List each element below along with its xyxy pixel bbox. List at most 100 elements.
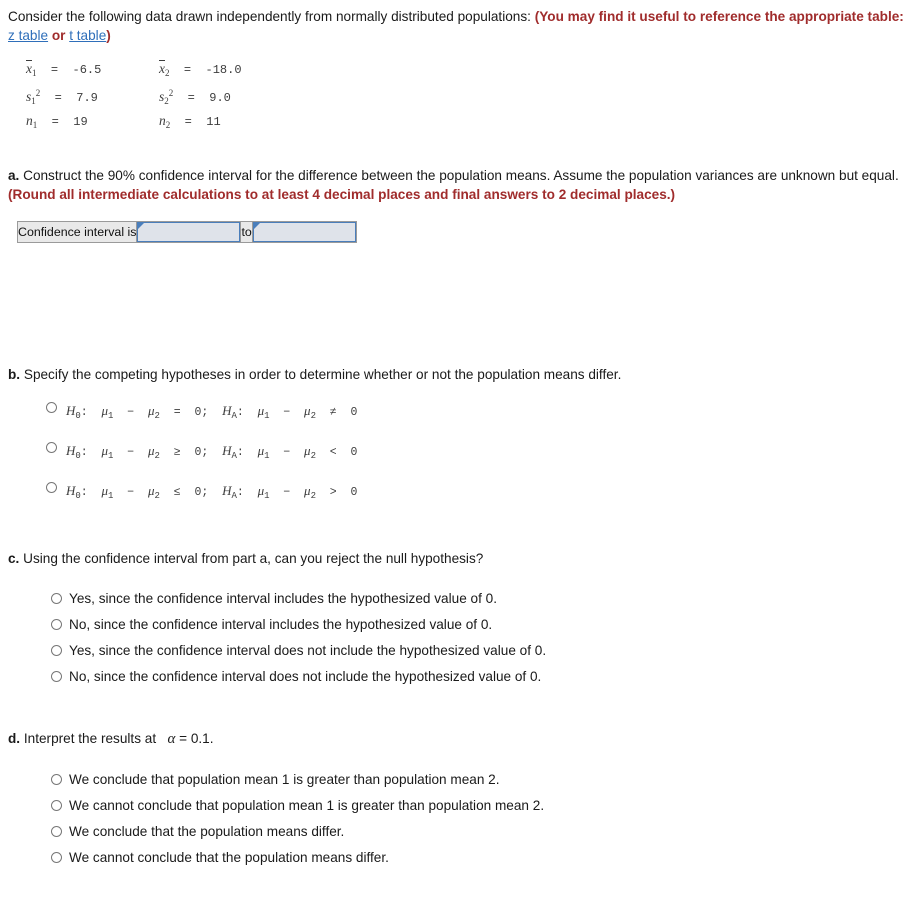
part-b-option-1[interactable]: H0: μ1 − μ2 = 0; HA: μ1 − μ2 ≠ 0	[46, 400, 906, 423]
given-data-block: x1 = -6.5 x2 = -18.0 s12 = 7.9 s22 = 9.0…	[26, 59, 906, 136]
part-c-question: c. Using the confidence interval from pa…	[8, 549, 906, 568]
n2-cell: n2 = 11	[159, 111, 292, 136]
part-b-option-3-text: H0: μ1 − μ2 ≤ 0; HA: μ1 − μ2 > 0	[66, 482, 358, 501]
confidence-interval-label: Confidence interval is	[18, 221, 138, 242]
given-data-row-variances: s12 = 7.9 s22 = 9.0	[26, 84, 906, 112]
intro-text: Consider the following data drawn indepe…	[8, 9, 531, 24]
h0-value-3: 0	[194, 485, 202, 499]
part-a-question: a. Construct the 90% confidence interval…	[8, 166, 906, 204]
n1-value: = 19	[51, 115, 88, 129]
confidence-interval-separator: to	[240, 221, 253, 242]
part-c-option-1-text: Yes, since the confidence interval inclu…	[69, 590, 497, 606]
part-c-label: c.	[8, 550, 20, 566]
s2-squared-cell: s22 = 9.0	[159, 84, 292, 112]
x1-bar-symbol: x1	[26, 60, 37, 78]
part-d-option-4[interactable]: We cannot conclude that the population m…	[51, 849, 906, 866]
x1-bar-value: = -6.5	[50, 63, 102, 77]
part-a-label: a.	[8, 167, 20, 183]
part-b-option-2-text: H0: μ1 − μ2 ≥ 0; HA: μ1 − μ2 < 0	[66, 442, 358, 461]
s2-squared-symbol: s22	[159, 87, 174, 106]
h0-relation-1: =	[173, 405, 181, 419]
part-b-option-2[interactable]: H0: μ1 − μ2 ≥ 0; HA: μ1 − μ2 < 0	[46, 440, 906, 463]
confidence-interval-lower-input[interactable]	[137, 221, 241, 242]
part-b-label: b.	[8, 366, 21, 382]
n1-cell: n1 = 19	[26, 111, 159, 136]
s1-squared-symbol: s12	[26, 87, 41, 106]
part-d-text: Interpret the results at	[23, 730, 157, 746]
intro-or: or	[51, 28, 66, 43]
part-d-option-1[interactable]: We conclude that population mean 1 is gr…	[51, 771, 906, 788]
part-d-alpha-value: = 0.1.	[179, 730, 214, 746]
part-c-options: Yes, since the confidence interval inclu…	[51, 590, 906, 685]
part-d-option-3[interactable]: We conclude that the population means di…	[51, 823, 906, 840]
x2-bar-symbol: x2	[159, 60, 170, 78]
part-b-text: Specify the competing hypotheses in orde…	[23, 366, 622, 382]
radio-button-icon[interactable]	[51, 799, 62, 811]
confidence-interval-upper-input[interactable]	[252, 221, 356, 242]
part-d-option-3-text: We conclude that the population means di…	[69, 823, 345, 839]
part-b-option-3[interactable]: H0: μ1 − μ2 ≤ 0; HA: μ1 − μ2 > 0	[46, 480, 906, 503]
alpha-symbol: α	[167, 730, 176, 747]
question-page: Consider the following data drawn indepe…	[0, 0, 916, 866]
part-c-text: Using the confidence interval from part …	[23, 550, 484, 566]
part-c-option-4[interactable]: No, since the confidence interval does n…	[51, 668, 906, 685]
h0-value-1: 0	[194, 405, 202, 419]
ha-relation-2: <	[329, 445, 337, 459]
t-table-link[interactable]: t table	[69, 28, 106, 43]
part-c-option-2[interactable]: No, since the confidence interval includ…	[51, 616, 906, 633]
part-d-options: We conclude that population mean 1 is gr…	[51, 771, 906, 866]
part-d-option-2[interactable]: We cannot conclude that population mean …	[51, 797, 906, 814]
radio-button-icon[interactable]	[46, 441, 57, 453]
part-c-option-4-text: No, since the confidence interval does n…	[69, 668, 542, 684]
given-data-row-sizes: n1 = 19 n2 = 11	[26, 111, 906, 136]
part-a-rounding-note: (Round all intermediate calculations to …	[8, 186, 676, 202]
s2-squared-value: = 9.0	[187, 90, 231, 105]
part-d-option-1-text: We conclude that population mean 1 is gr…	[69, 771, 500, 787]
confidence-interval-answer-table: Confidence interval is to	[17, 220, 357, 243]
s1-squared-value: = 7.9	[54, 90, 98, 105]
part-c-option-2-text: No, since the confidence interval includ…	[69, 616, 493, 632]
radio-button-icon[interactable]	[51, 644, 62, 656]
part-d-option-2-text: We cannot conclude that population mean …	[69, 797, 545, 813]
upper-bound-cell	[252, 221, 356, 242]
x2-bar-value: = -18.0	[183, 63, 242, 77]
h0-value-2: 0	[194, 445, 202, 459]
n2-value: = 11	[184, 115, 221, 129]
ha-value-1: 0	[350, 405, 358, 419]
part-c-option-3[interactable]: Yes, since the confidence interval does …	[51, 642, 906, 659]
intro-paragraph: Consider the following data drawn indepe…	[8, 7, 906, 45]
part-c-option-3-text: Yes, since the confidence interval does …	[69, 642, 547, 658]
given-data-row-means: x1 = -6.5 x2 = -18.0	[26, 59, 906, 84]
radio-button-icon[interactable]	[51, 618, 62, 630]
h0-relation-2: ≥	[173, 445, 181, 459]
part-b-options: H0: μ1 − μ2 = 0; HA: μ1 − μ2 ≠ 0 H0: μ1 …	[46, 400, 906, 503]
radio-button-icon[interactable]	[51, 851, 62, 863]
part-d-label: d.	[8, 730, 21, 746]
part-b-option-1-text: H0: μ1 − μ2 = 0; HA: μ1 − μ2 ≠ 0	[66, 402, 358, 421]
radio-button-icon[interactable]	[51, 773, 62, 785]
x2-bar-cell: x2 = -18.0	[159, 59, 292, 84]
upper-bound-wrap	[252, 221, 356, 242]
lower-bound-wrap	[137, 221, 241, 242]
radio-button-icon[interactable]	[51, 592, 62, 604]
n2-symbol: n2	[159, 113, 171, 130]
z-table-link[interactable]: z table	[8, 28, 48, 43]
radio-button-icon[interactable]	[51, 670, 62, 682]
part-d-question: d. Interpret the results at α = 0.1.	[8, 729, 906, 749]
radio-button-icon[interactable]	[46, 401, 57, 413]
n1-symbol: n1	[26, 113, 38, 130]
ha-relation-3: >	[329, 485, 337, 499]
h0-relation-3: ≤	[173, 485, 181, 499]
part-a-text: Construct the 90% confidence interval fo…	[23, 167, 899, 183]
part-b-question: b. Specify the competing hypotheses in o…	[8, 365, 906, 384]
part-c-option-1[interactable]: Yes, since the confidence interval inclu…	[51, 590, 906, 607]
ha-value-2: 0	[350, 445, 358, 459]
x1-bar-cell: x1 = -6.5	[26, 59, 159, 84]
intro-red-text: (You may find it useful to reference the…	[534, 9, 904, 24]
radio-button-icon[interactable]	[51, 825, 62, 837]
ha-value-3: 0	[350, 485, 358, 499]
intro-red-close: )	[106, 28, 111, 43]
lower-bound-cell	[137, 221, 241, 242]
radio-button-icon[interactable]	[46, 481, 57, 493]
table-row: Confidence interval is to	[18, 221, 356, 242]
